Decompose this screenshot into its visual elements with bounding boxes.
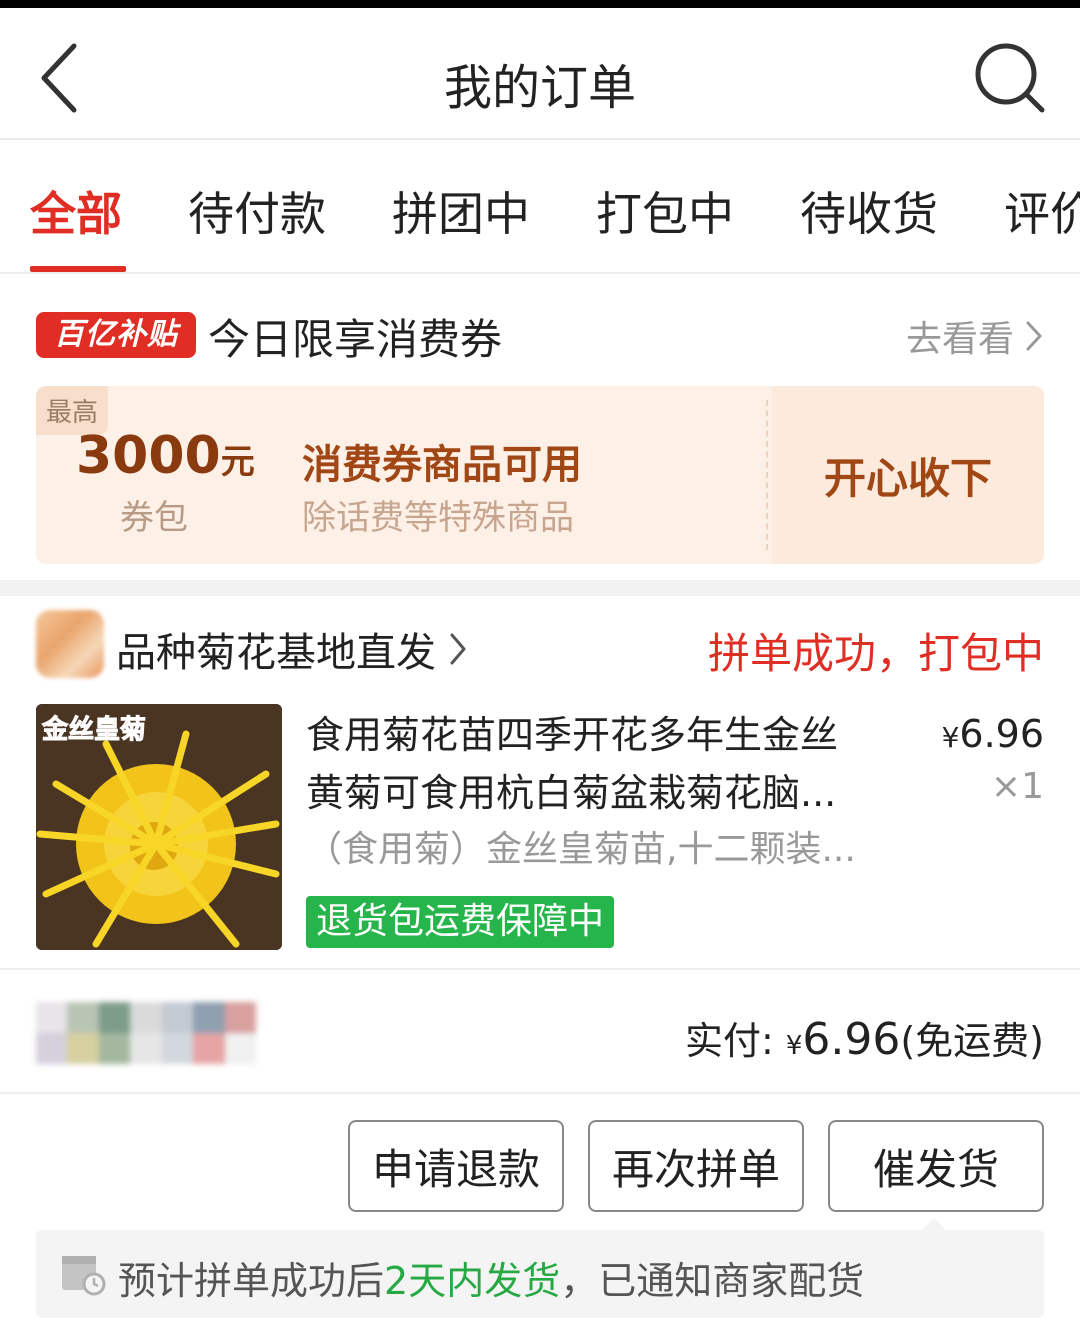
- coupon-amount: 3000元: [76, 426, 255, 486]
- price-value: 6.96: [959, 712, 1044, 756]
- tab-packing[interactable]: 打包中: [596, 178, 734, 244]
- chevron-right-icon: [450, 633, 466, 665]
- refund-button[interactable]: 申请退款: [348, 1120, 564, 1212]
- chrysanthemum-image: 金丝皇菊: [36, 704, 282, 950]
- coupon-amount-value: 3000: [76, 426, 221, 486]
- payment-row: 实付: ¥6.96(免运费): [0, 972, 1080, 1094]
- coupon-except-text: 除话费等特殊商品: [302, 498, 574, 538]
- see-more-label: 去看看: [905, 319, 1014, 360]
- order-status: 拼单成功，打包中: [707, 629, 1044, 678]
- tab-group-buying[interactable]: 拼团中: [392, 178, 530, 244]
- coupon-section: 百亿补贴 今日限享消费券 去看看 最高 3000元 券包 消费券商品可用 除话费…: [0, 276, 1080, 578]
- tab-pending-payment[interactable]: 待付款: [188, 178, 326, 244]
- avatar[interactable]: [36, 610, 104, 678]
- shop-name: 品种菊花基地直发: [116, 630, 436, 676]
- coupon-title: 今日限享消费券: [208, 315, 503, 364]
- active-tab-indicator: [30, 266, 126, 272]
- notice-prefix: 预计拼单成功后: [118, 1259, 385, 1303]
- shop-row: 品种菊花基地直发 拼单成功，打包中: [0, 596, 1080, 696]
- product-image-caption: 金丝皇菊: [41, 714, 146, 745]
- coupon-pack-label: 券包: [120, 498, 188, 538]
- shipping-notice-text: 预计拼单成功后2天内发货，已通知商家配货: [118, 1250, 864, 1305]
- subsidy-badge: 百亿补贴: [36, 312, 196, 358]
- coupon-divider: [766, 400, 768, 550]
- product-image[interactable]: 金丝皇菊: [36, 704, 282, 950]
- page-title: 我的订单: [443, 60, 636, 116]
- product-price: ¥6.96: [942, 712, 1044, 756]
- return-shipping-guarantee-badge: 退货包运费保障中: [306, 896, 615, 948]
- tab-all[interactable]: 全部: [30, 178, 122, 244]
- product-item[interactable]: 金丝皇菊 食用菊花苗四季开花多年生金丝 黄菊可食用杭白菊盆栽菊花脑... （食用…: [0, 700, 1080, 970]
- shipping-note: (免运费): [900, 1019, 1044, 1063]
- blurred-avatars: [36, 1002, 256, 1064]
- search-button[interactable]: [968, 36, 1052, 120]
- coupon-amount-unit: 元: [220, 442, 255, 482]
- payment-label: 实付:: [684, 1019, 786, 1063]
- tab-awaiting-receipt[interactable]: 待收货: [800, 178, 938, 244]
- payment-amount: 6.96: [802, 1014, 901, 1065]
- order-actions: 申请退款 再次拼单 催发货: [0, 1100, 1080, 1220]
- product-title-line2: 黄菊可食用杭白菊盆栽菊花脑...: [306, 771, 837, 815]
- reorder-button[interactable]: 再次拼单: [588, 1120, 804, 1212]
- chevron-right-icon: [1026, 321, 1042, 351]
- status-bar: [0, 0, 1080, 8]
- price-symbol: ¥: [941, 721, 960, 754]
- tab-review[interactable]: 评价: [1004, 178, 1080, 244]
- product-spec: （食用菊）金丝皇菊苗,十二颗装...: [306, 829, 856, 870]
- search-icon: [975, 43, 1045, 113]
- accept-coupon-button[interactable]: 开心收下: [772, 386, 1044, 564]
- coupon-card: 最高 3000元 券包 消费券商品可用 除话费等特殊商品 开心收下: [36, 386, 1044, 564]
- shop-link[interactable]: 品种菊花基地直发: [116, 620, 468, 678]
- see-more-link[interactable]: 去看看: [906, 310, 1044, 362]
- urge-shipping-button[interactable]: 催发货: [828, 1120, 1044, 1212]
- coupon-usable-text: 消费券商品可用: [302, 442, 582, 488]
- nav-header: 我的订单: [0, 8, 1080, 140]
- product-title-line1: 食用菊花苗四季开花多年生金丝: [306, 713, 839, 757]
- coupon-info: 最高 3000元 券包 消费券商品可用 除话费等特殊商品: [36, 386, 766, 564]
- shipping-notice: 预计拼单成功后2天内发货，已通知商家配货: [36, 1230, 1044, 1318]
- notice-suffix: ，已通知商家配货: [560, 1259, 865, 1303]
- payment-symbol: ¥: [785, 1031, 803, 1061]
- product-title[interactable]: 食用菊花苗四季开花多年生金丝 黄菊可食用杭白菊盆栽菊花脑...: [306, 706, 906, 822]
- actual-payment: 实付: ¥6.96(免运费): [685, 1010, 1044, 1065]
- order-tabs: 全部 待付款 拼团中 打包中 待收货 评价: [0, 140, 1080, 274]
- shipping-clock-icon: [62, 1256, 106, 1296]
- section-divider: [0, 580, 1080, 596]
- notice-highlight: 2天内发货: [384, 1259, 561, 1303]
- product-quantity: ×1: [990, 766, 1044, 807]
